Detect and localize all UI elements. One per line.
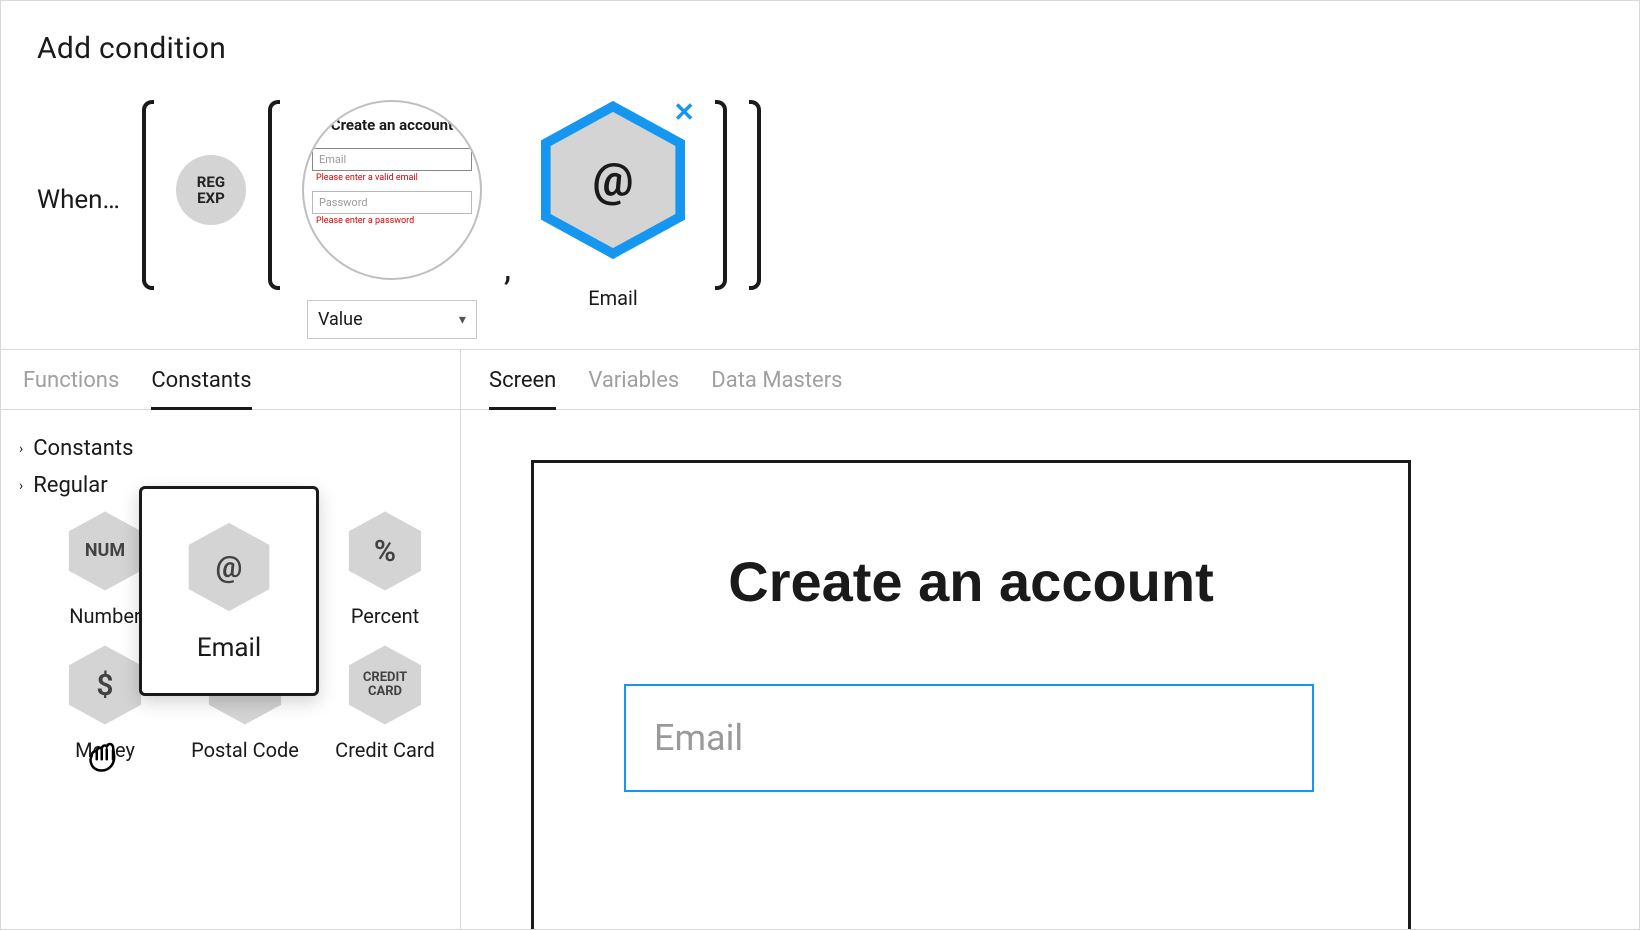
tab-functions[interactable]: Functions <box>23 368 119 409</box>
grab-cursor-icon <box>83 728 133 778</box>
at-icon: @ <box>181 519 277 615</box>
remove-constant-button[interactable]: ✕ <box>669 96 699 130</box>
constants-grid: NUM Number @ Email % Percent <box>15 504 446 762</box>
chevron-down-icon: ▾ <box>459 312 466 328</box>
bracket-close-outer <box>749 100 761 290</box>
panel-title: Add condition <box>37 31 1603 66</box>
expression-builder: When… REG EXP Create an account Email Pl… <box>37 100 1603 339</box>
constant-credit-card[interactable]: CREDIT CARD Credit Card <box>315 642 455 762</box>
canvas-viewport[interactable]: Create an account Email <box>461 410 1639 929</box>
bracket-open-inner <box>268 100 280 290</box>
tab-screen[interactable]: Screen <box>489 368 556 410</box>
condition-panel: Add condition When… REG EXP Create an ac… <box>1 1 1639 350</box>
selected-constant-label: Email <box>588 286 638 310</box>
argument-1-slot[interactable]: Create an account Email Please enter a v… <box>302 100 482 339</box>
screen-preview-frame: Create an account Email <box>531 460 1411 929</box>
screen-element-lens: Create an account Email Please enter a v… <box>302 100 482 280</box>
bracket-open-outer <box>142 100 154 290</box>
bracket-close-inner <box>715 100 727 290</box>
email-field[interactable]: Email <box>624 684 1314 792</box>
canvas-tabs: Screen Variables Data Masters <box>461 350 1639 410</box>
regexp-function-chip[interactable]: REG EXP <box>176 155 246 225</box>
palette-panel: Functions Constants › Constants › Regula… <box>1 350 461 929</box>
argument-separator: , <box>504 247 511 289</box>
palette-tabs: Functions Constants <box>1 350 460 410</box>
chevron-right-icon: › <box>19 478 23 494</box>
tree-group-constants[interactable]: › Constants <box>15 430 446 467</box>
tab-data-masters[interactable]: Data Masters <box>711 368 842 409</box>
tab-constants[interactable]: Constants <box>151 368 251 410</box>
argument-2-slot[interactable]: @ ✕ Email <box>533 100 693 310</box>
screen-heading: Create an account <box>624 549 1318 614</box>
tab-variables[interactable]: Variables <box>588 368 679 409</box>
value-type-select[interactable]: Value ▾ <box>307 300 477 339</box>
constants-tree: › Constants › Regular NUM Number <box>1 410 460 782</box>
dragging-constant-card[interactable]: @ Email <box>139 486 319 696</box>
constant-percent[interactable]: % Percent <box>315 508 455 628</box>
when-label: When… <box>37 185 120 255</box>
canvas-panel: Screen Variables Data Masters Create an … <box>461 350 1639 929</box>
chevron-right-icon: › <box>19 441 23 457</box>
